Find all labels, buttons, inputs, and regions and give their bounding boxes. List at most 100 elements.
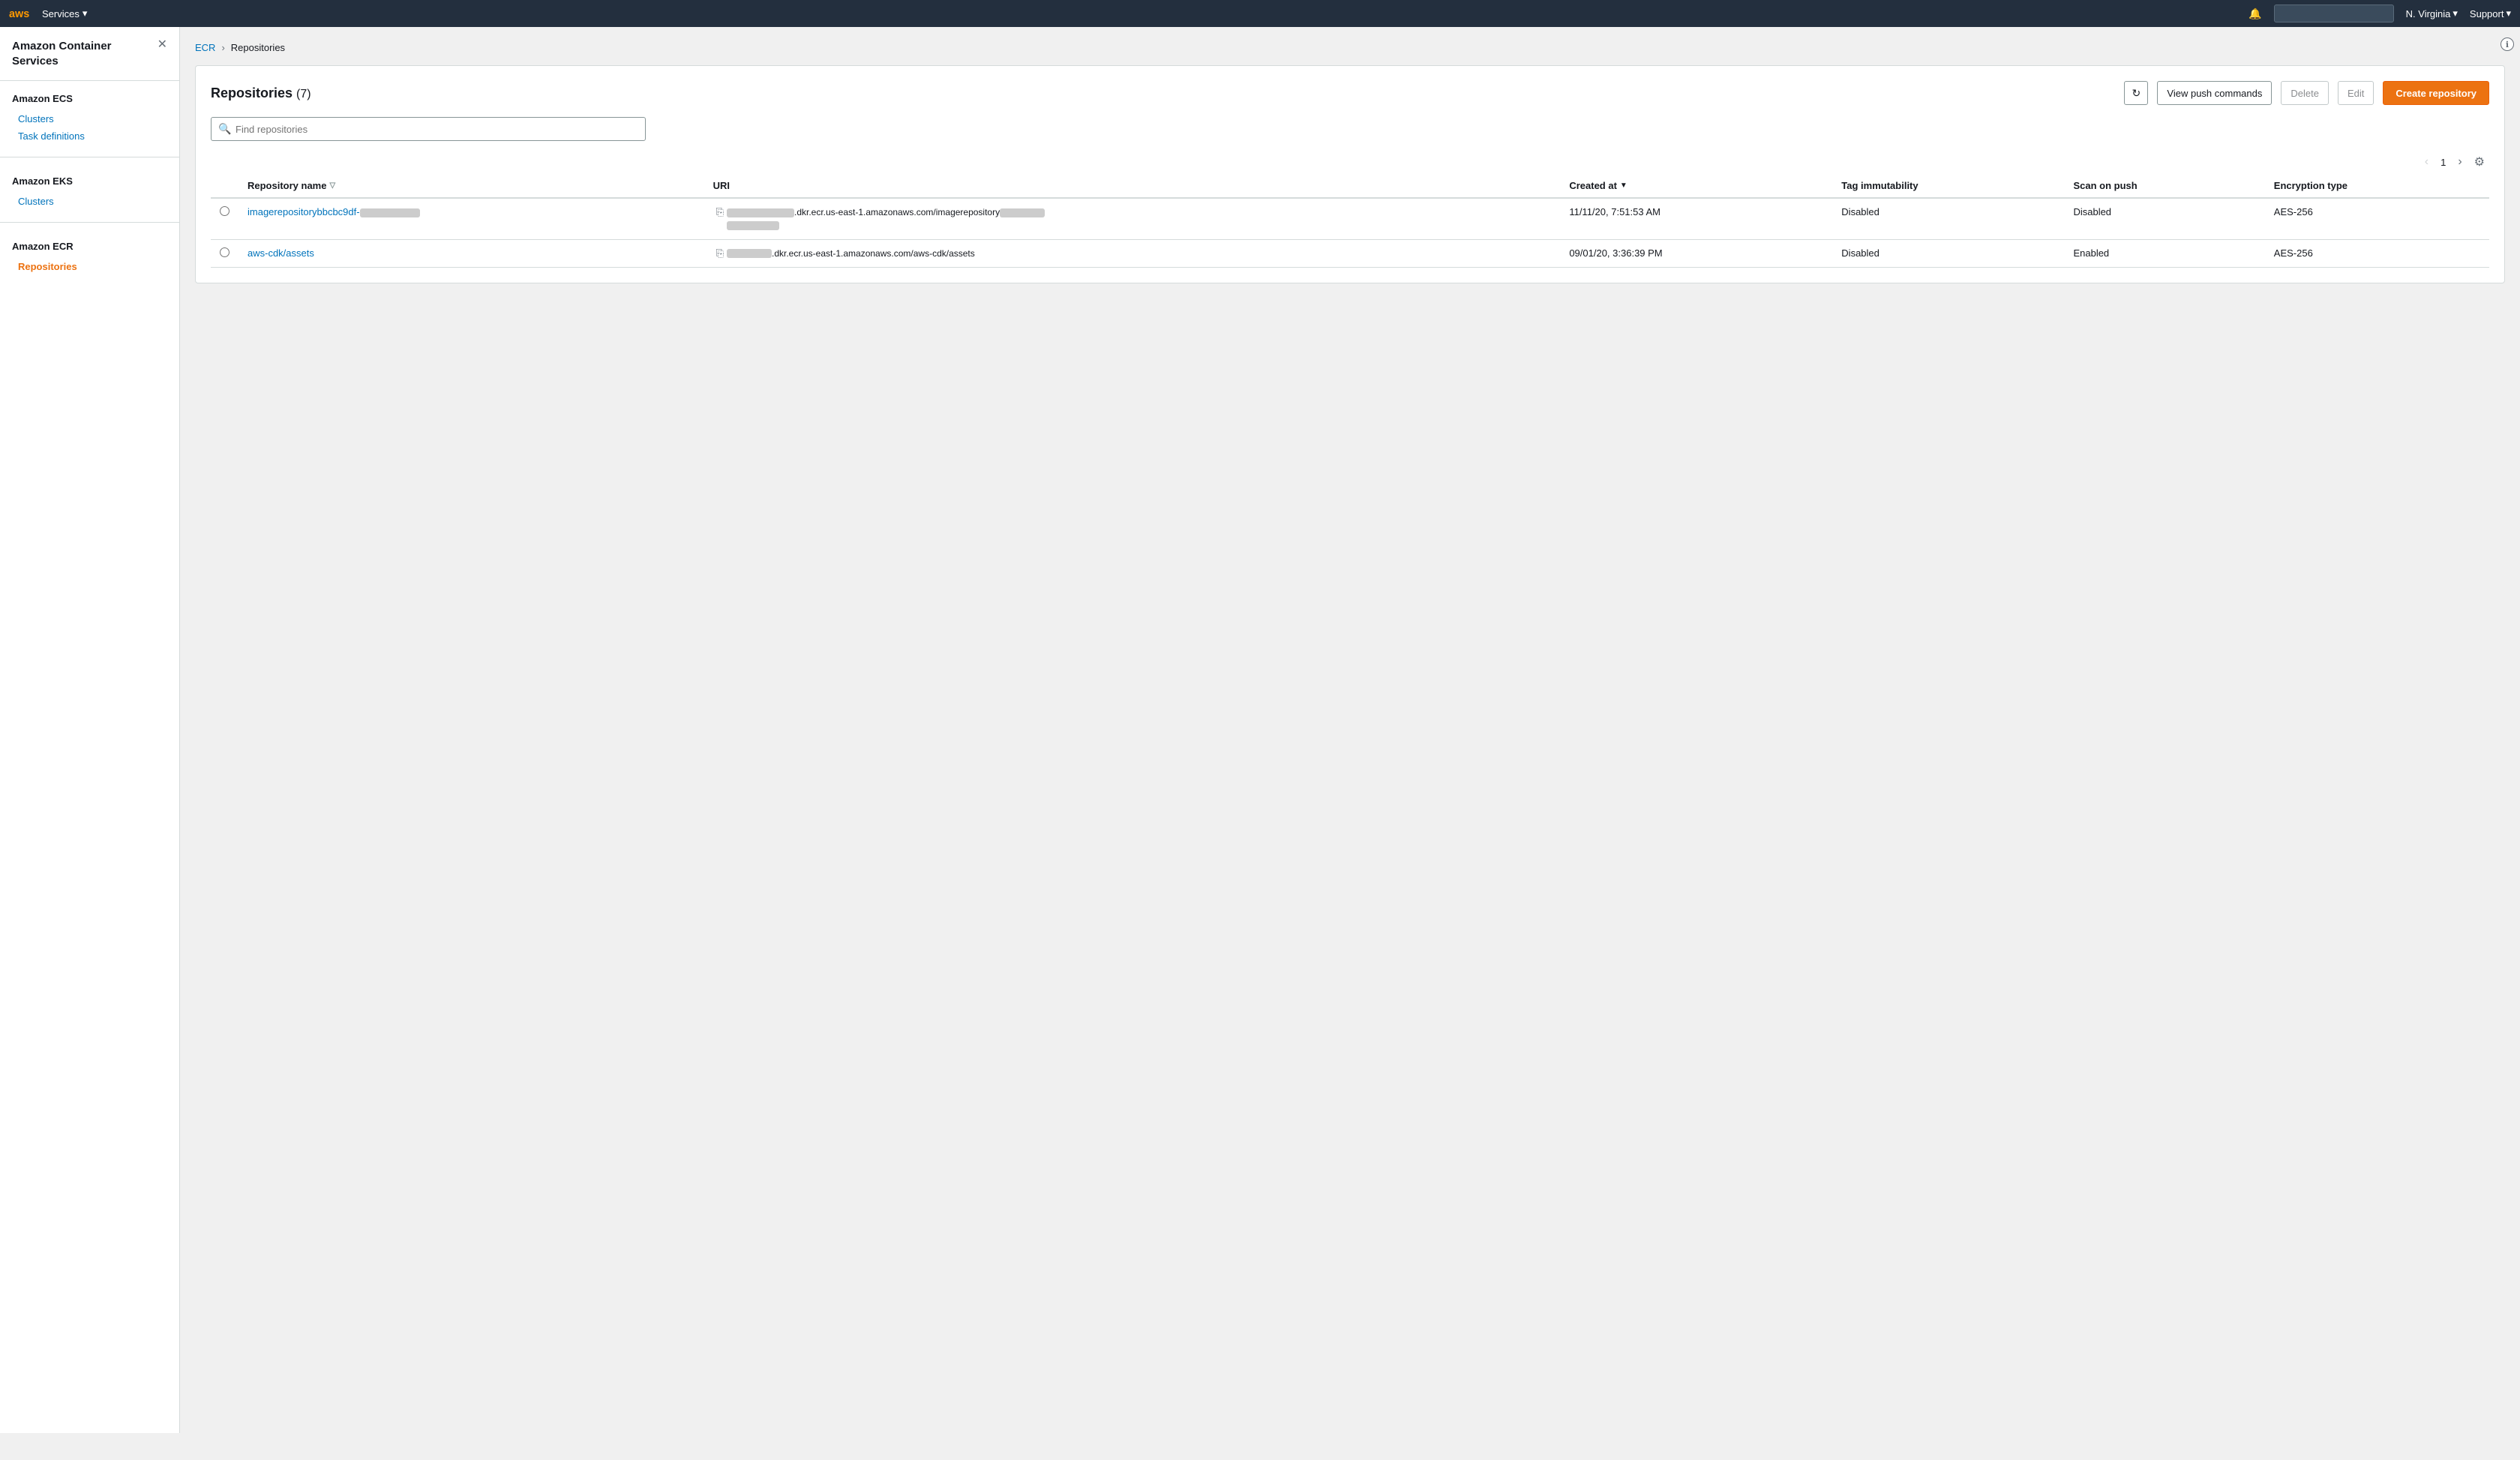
support-chevron-icon: ▾ <box>2506 7 2511 19</box>
row1-name-cell: imagerepositorybbcbc9df- <box>238 198 704 239</box>
panel-title-text: Repositories <box>211 85 292 100</box>
row1-repo-link[interactable]: imagerepositorybbcbc9df- <box>248 206 420 217</box>
row2-checkbox-cell <box>211 239 238 268</box>
row1-checkbox-cell <box>211 198 238 239</box>
row1-scan-push-cell: Disabled <box>2064 198 2264 239</box>
row1-radio[interactable] <box>220 206 230 216</box>
row1-uri-blurred-start <box>727 208 794 217</box>
row1-tag-immutability: Disabled <box>1841 206 1880 217</box>
row1-created-at-cell: 11/11/20, 7:51:53 AM <box>1560 198 1832 239</box>
sidebar: Amazon Container Services ✕ Amazon ECS C… <box>0 27 180 1433</box>
refresh-button[interactable]: ↻ <box>2124 81 2148 105</box>
col-created-at: Created at ▼ <box>1560 174 1832 198</box>
notification-bell-icon[interactable]: 🔔 <box>2248 7 2261 20</box>
table-row: imagerepositorybbcbc9df- ⎘ .dkr.ecr.us-e… <box>211 198 2489 239</box>
services-chevron-icon: ▾ <box>82 7 88 19</box>
breadcrumb-current: Repositories <box>231 42 285 53</box>
delete-button[interactable]: Delete <box>2281 81 2329 105</box>
row2-tag-immutability: Disabled <box>1841 247 1880 259</box>
sidebar-section-ecr: Amazon ECR Repositories <box>0 229 179 281</box>
row2-uri-cell: ⎘ .dkr.ecr.us-east-1.amazonaws.com/aws-c… <box>704 239 1561 268</box>
row1-tag-immutability-cell: Disabled <box>1832 198 2064 239</box>
row1-created-at: 11/11/20, 7:51:53 AM <box>1569 206 1660 217</box>
row2-uri-text: .dkr.ecr.us-east-1.amazonaws.com/aws-cdk… <box>727 247 975 260</box>
row1-encryption-cell: AES-256 <box>2265 198 2489 239</box>
row1-scan-on-push: Disabled <box>2073 206 2111 217</box>
table-settings-button[interactable]: ⚙ <box>2470 153 2489 171</box>
pagination-next-button[interactable]: › <box>2453 154 2466 170</box>
top-nav: aws Services ▾ 🔔 N. Virginia ▾ Support ▾ <box>0 0 2520 27</box>
info-icon[interactable]: ℹ <box>2500 37 2514 51</box>
col-checkbox <box>211 174 238 198</box>
pagination-page-number: 1 <box>2436 155 2450 169</box>
view-push-commands-button[interactable]: View push commands <box>2157 81 2272 105</box>
row2-radio[interactable] <box>220 247 230 257</box>
repositories-table: Repository name ▽ URI Created at ▼ <box>211 174 2489 268</box>
region-label: N. Virginia <box>2406 8 2451 19</box>
row2-tag-immutability-cell: Disabled <box>1832 239 2064 268</box>
col-name-sort-icon[interactable]: ▽ <box>329 181 335 190</box>
sidebar-section-eks: Amazon EKS Clusters <box>0 163 179 216</box>
col-tag-immutability: Tag immutability <box>1832 174 2064 198</box>
services-button[interactable]: Services ▾ <box>42 7 87 19</box>
row1-uri-cell: ⎘ .dkr.ecr.us-east-1.amazonaws.com/image… <box>704 198 1561 239</box>
col-created-sort-icon[interactable]: ▼ <box>1620 181 1628 190</box>
col-repository-name: Repository name ▽ <box>238 174 704 198</box>
sidebar-close-button[interactable]: ✕ <box>158 39 167 51</box>
search-bar: 🔍 <box>211 117 2489 141</box>
row2-copy-icon[interactable]: ⎘ <box>716 247 724 259</box>
edit-button[interactable]: Edit <box>2338 81 2374 105</box>
col-encryption-type: Encryption type <box>2265 174 2489 198</box>
sidebar-section-ecs: Amazon ECS Clusters Task definitions <box>0 81 179 151</box>
row2-scan-on-push: Enabled <box>2073 247 2109 259</box>
search-icon: 🔍 <box>218 123 231 136</box>
sidebar-section-ecs-title: Amazon ECS <box>12 93 167 104</box>
sidebar-item-clusters-eks[interactable]: Clusters <box>12 193 167 210</box>
breadcrumb-ecr-link[interactable]: ECR <box>195 42 215 53</box>
row2-repo-link[interactable]: aws-cdk/assets <box>248 247 314 259</box>
table-body: imagerepositorybbcbc9df- ⎘ .dkr.ecr.us-e… <box>211 198 2489 268</box>
row1-uri-text: .dkr.ecr.us-east-1.amazonaws.com/imagere… <box>727 206 1045 232</box>
create-repository-button[interactable]: Create repository <box>2383 81 2489 105</box>
row1-copy-icon[interactable]: ⎘ <box>716 206 724 218</box>
row2-encryption-cell: AES-256 <box>2265 239 2489 268</box>
row1-uri-blurred-line2 <box>727 221 779 230</box>
nav-right: 🔔 N. Virginia ▾ Support ▾ <box>2248 4 2511 22</box>
row2-uri-blurred-start <box>727 249 772 258</box>
sidebar-header: Amazon Container Services ✕ <box>0 39 179 81</box>
region-chevron-icon: ▾ <box>2452 7 2458 19</box>
sidebar-divider-2 <box>0 222 179 223</box>
search-input[interactable] <box>211 117 646 141</box>
svg-text:aws: aws <box>9 8 29 20</box>
repositories-panel: Repositories (7) ↻ View push commands De… <box>195 65 2505 283</box>
panel-header: Repositories (7) ↻ View push commands De… <box>211 81 2489 105</box>
breadcrumb-separator: › <box>221 42 224 53</box>
row2-encryption-type: AES-256 <box>2274 247 2313 259</box>
panel-count: (7) <box>296 88 311 100</box>
support-menu[interactable]: Support ▾ <box>2470 7 2511 19</box>
table-toolbar: ‹ 1 › ⚙ <box>211 153 2489 171</box>
panel-title: Repositories (7) <box>211 85 2115 101</box>
row2-created-at: 09/01/20, 3:36:39 PM <box>1569 247 1662 259</box>
row1-encryption-type: AES-256 <box>2274 206 2313 217</box>
sidebar-item-repositories[interactable]: Repositories <box>12 258 167 275</box>
table-header-row: Repository name ▽ URI Created at ▼ <box>211 174 2489 198</box>
pagination-prev-button[interactable]: ‹ <box>2420 154 2433 170</box>
services-label: Services <box>42 8 80 19</box>
table-row: aws-cdk/assets ⎘ .dkr.ecr.us-east-1.amaz… <box>211 239 2489 268</box>
sidebar-item-task-definitions[interactable]: Task definitions <box>12 127 167 145</box>
row1-name-blurred <box>360 208 420 217</box>
row2-created-at-cell: 09/01/20, 3:36:39 PM <box>1560 239 1832 268</box>
region-selector[interactable]: N. Virginia ▾ <box>2406 7 2458 19</box>
row2-name-cell: aws-cdk/assets <box>238 239 704 268</box>
aws-logo: aws <box>9 6 33 21</box>
nav-search-input[interactable] <box>2274 4 2394 22</box>
col-scan-on-push: Scan on push <box>2064 174 2264 198</box>
breadcrumb: ECR › Repositories <box>195 42 2505 53</box>
main-layout: Amazon Container Services ✕ Amazon ECS C… <box>0 27 2520 1433</box>
table-header: Repository name ▽ URI Created at ▼ <box>211 174 2489 198</box>
sidebar-title: Amazon Container Services <box>12 39 158 68</box>
sidebar-item-clusters-ecs[interactable]: Clusters <box>12 110 167 127</box>
support-label: Support <box>2470 8 2504 19</box>
sidebar-section-ecr-title: Amazon ECR <box>12 241 167 252</box>
